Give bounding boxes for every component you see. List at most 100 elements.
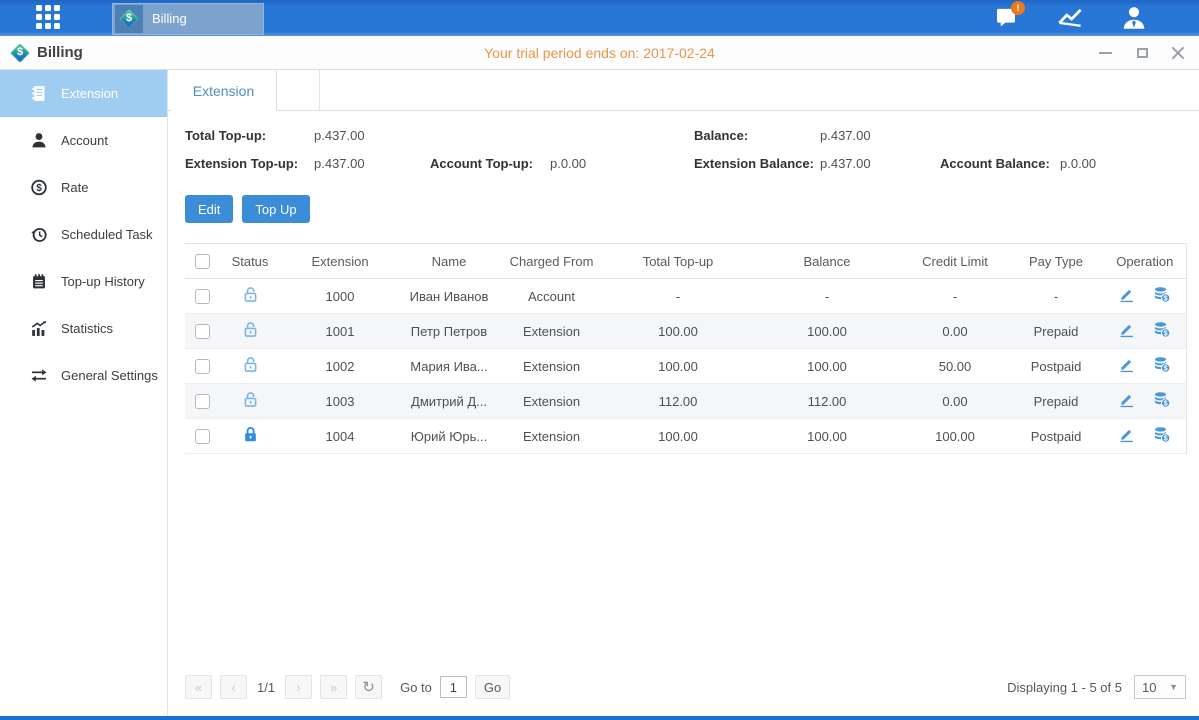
row-checkbox[interactable] [195, 394, 210, 409]
edit-row-icon[interactable] [1118, 356, 1135, 376]
cell-charged-from: Account [499, 279, 604, 314]
table-header-row: Status Extension Name Charged From Total… [185, 244, 1186, 279]
sidebar-item-account[interactable]: Account [0, 117, 167, 164]
prev-page-button[interactable]: ‹ [220, 675, 247, 699]
cell-charged-from: Extension [499, 314, 604, 349]
app-launcher-grid-icon[interactable] [36, 5, 70, 31]
first-page-button[interactable]: « [185, 675, 212, 699]
topup-row-icon[interactable]: $ [1153, 356, 1171, 376]
edit-row-icon[interactable] [1118, 321, 1135, 341]
ledger-icon [30, 85, 48, 102]
svg-text:$: $ [36, 183, 42, 194]
app-window: $ Billing ! [0, 0, 1199, 720]
cell-extension: 1004 [281, 419, 399, 454]
tab-extension[interactable]: Extension [171, 71, 277, 111]
col-pay-type: Pay Type [1008, 244, 1104, 279]
col-charged-from: Charged From [499, 244, 604, 279]
tab-bar: Extension [168, 70, 1199, 111]
person-icon [30, 132, 48, 149]
tab-strip-separator [277, 70, 320, 110]
close-button[interactable] [1171, 46, 1185, 60]
next-page-button[interactable]: › [285, 675, 312, 699]
sidebar-item-extension[interactable]: Extension [0, 70, 167, 117]
edit-button[interactable]: Edit [185, 195, 233, 223]
topup-row-icon[interactable]: $ [1153, 391, 1171, 411]
sidebar-item-general-settings[interactable]: General Settings [0, 352, 167, 399]
account-balance-value: p.0.00 [1060, 155, 1096, 172]
balance-label: Balance: [694, 127, 820, 144]
extension-topup-value: p.437.00 [314, 155, 430, 172]
sidebar: Extension Account $ Rate Scheduled Task [0, 70, 168, 716]
cell-name: Юрий Юрь... [399, 419, 499, 454]
maximize-button[interactable] [1134, 46, 1150, 60]
balance-value: p.437.00 [820, 127, 940, 144]
cell-pay-type: Postpaid [1008, 419, 1104, 454]
cell-credit-limit: 0.00 [902, 384, 1008, 419]
total-topup-value: p.437.00 [314, 127, 430, 144]
statistics-chart-icon[interactable] [1055, 4, 1085, 32]
cell-charged-from: Extension [499, 349, 604, 384]
sidebar-item-statistics[interactable]: Statistics [0, 305, 167, 352]
table-row: 1001 Петр Петров Extension 100.00 100.00… [185, 314, 1186, 349]
row-checkbox[interactable] [195, 324, 210, 339]
row-checkbox[interactable] [195, 289, 210, 304]
refresh-icon[interactable]: ↻ [355, 675, 382, 699]
page-size-select[interactable]: 10 ▼ [1134, 675, 1186, 699]
cell-charged-from: Extension [499, 384, 604, 419]
topup-button[interactable]: Top Up [242, 195, 309, 223]
svg-text:$: $ [1164, 436, 1168, 443]
edit-row-icon[interactable] [1118, 426, 1135, 446]
row-checkbox[interactable] [195, 359, 210, 374]
extension-balance-value: p.437.00 [820, 155, 940, 172]
account-topup-value: p.0.00 [550, 155, 694, 172]
last-page-button[interactable]: » [320, 675, 347, 699]
edit-row-icon[interactable] [1118, 391, 1135, 411]
cell-pay-type: Prepaid [1008, 314, 1104, 349]
account-balance-label: Account Balance: [940, 155, 1060, 172]
sidebar-item-topup-history[interactable]: Top-up History [0, 258, 167, 305]
chevron-down-icon: ▼ [1169, 682, 1178, 692]
col-name: Name [399, 244, 499, 279]
user-account-icon[interactable] [1119, 4, 1149, 32]
notebook-icon [30, 273, 48, 290]
lock-open-icon [242, 391, 259, 408]
clock-history-icon [30, 226, 48, 243]
table-row: 1004 Юрий Юрь... Extension 100.00 100.00… [185, 419, 1186, 454]
go-button[interactable]: Go [475, 675, 510, 699]
cell-total-topup: 100.00 [604, 349, 752, 384]
cell-balance: - [752, 279, 902, 314]
total-topup-label: Total Top-up: [185, 127, 314, 144]
sidebar-item-rate[interactable]: $ Rate [0, 164, 167, 211]
select-all-checkbox[interactable] [195, 254, 210, 269]
page-size-value: 10 [1142, 680, 1156, 695]
topup-row-icon[interactable]: $ [1153, 321, 1171, 341]
lock-open-icon [242, 286, 259, 303]
cell-balance: 112.00 [752, 384, 902, 419]
window-title: Billing [37, 44, 83, 61]
sidebar-item-label: Top-up History [61, 274, 145, 289]
cell-name: Дмитрий Д... [399, 384, 499, 419]
cell-balance: 100.00 [752, 314, 902, 349]
goto-page-input[interactable] [440, 676, 467, 698]
table-row: 1000 Иван Иванов Account - - - - $ [185, 279, 1186, 314]
minimize-button[interactable] [1097, 46, 1113, 60]
cell-credit-limit: 100.00 [902, 419, 1008, 454]
edit-row-icon[interactable] [1118, 286, 1135, 306]
sidebar-item-label: General Settings [61, 368, 158, 383]
taskbar-tab-billing[interactable]: $ Billing [112, 3, 264, 35]
sidebar-item-scheduled-task[interactable]: Scheduled Task [0, 211, 167, 258]
row-checkbox[interactable] [195, 429, 210, 444]
arrows-exchange-icon [30, 367, 48, 384]
lock-open-icon [242, 321, 259, 338]
messages-icon[interactable]: ! [991, 4, 1021, 32]
taskbar-tab-label: Billing [152, 11, 187, 26]
col-status: Status [219, 244, 281, 279]
cell-name: Мария Ива... [399, 349, 499, 384]
main-panel: Extension Total Top-up: p.437.00 Balance… [168, 70, 1199, 716]
cell-balance: 100.00 [752, 419, 902, 454]
sidebar-item-label: Scheduled Task [61, 227, 153, 242]
topup-row-icon[interactable]: $ [1153, 286, 1171, 306]
tab-label: Extension [193, 83, 254, 99]
billing-app-icon: $ [115, 5, 143, 33]
topup-row-icon[interactable]: $ [1153, 426, 1171, 446]
